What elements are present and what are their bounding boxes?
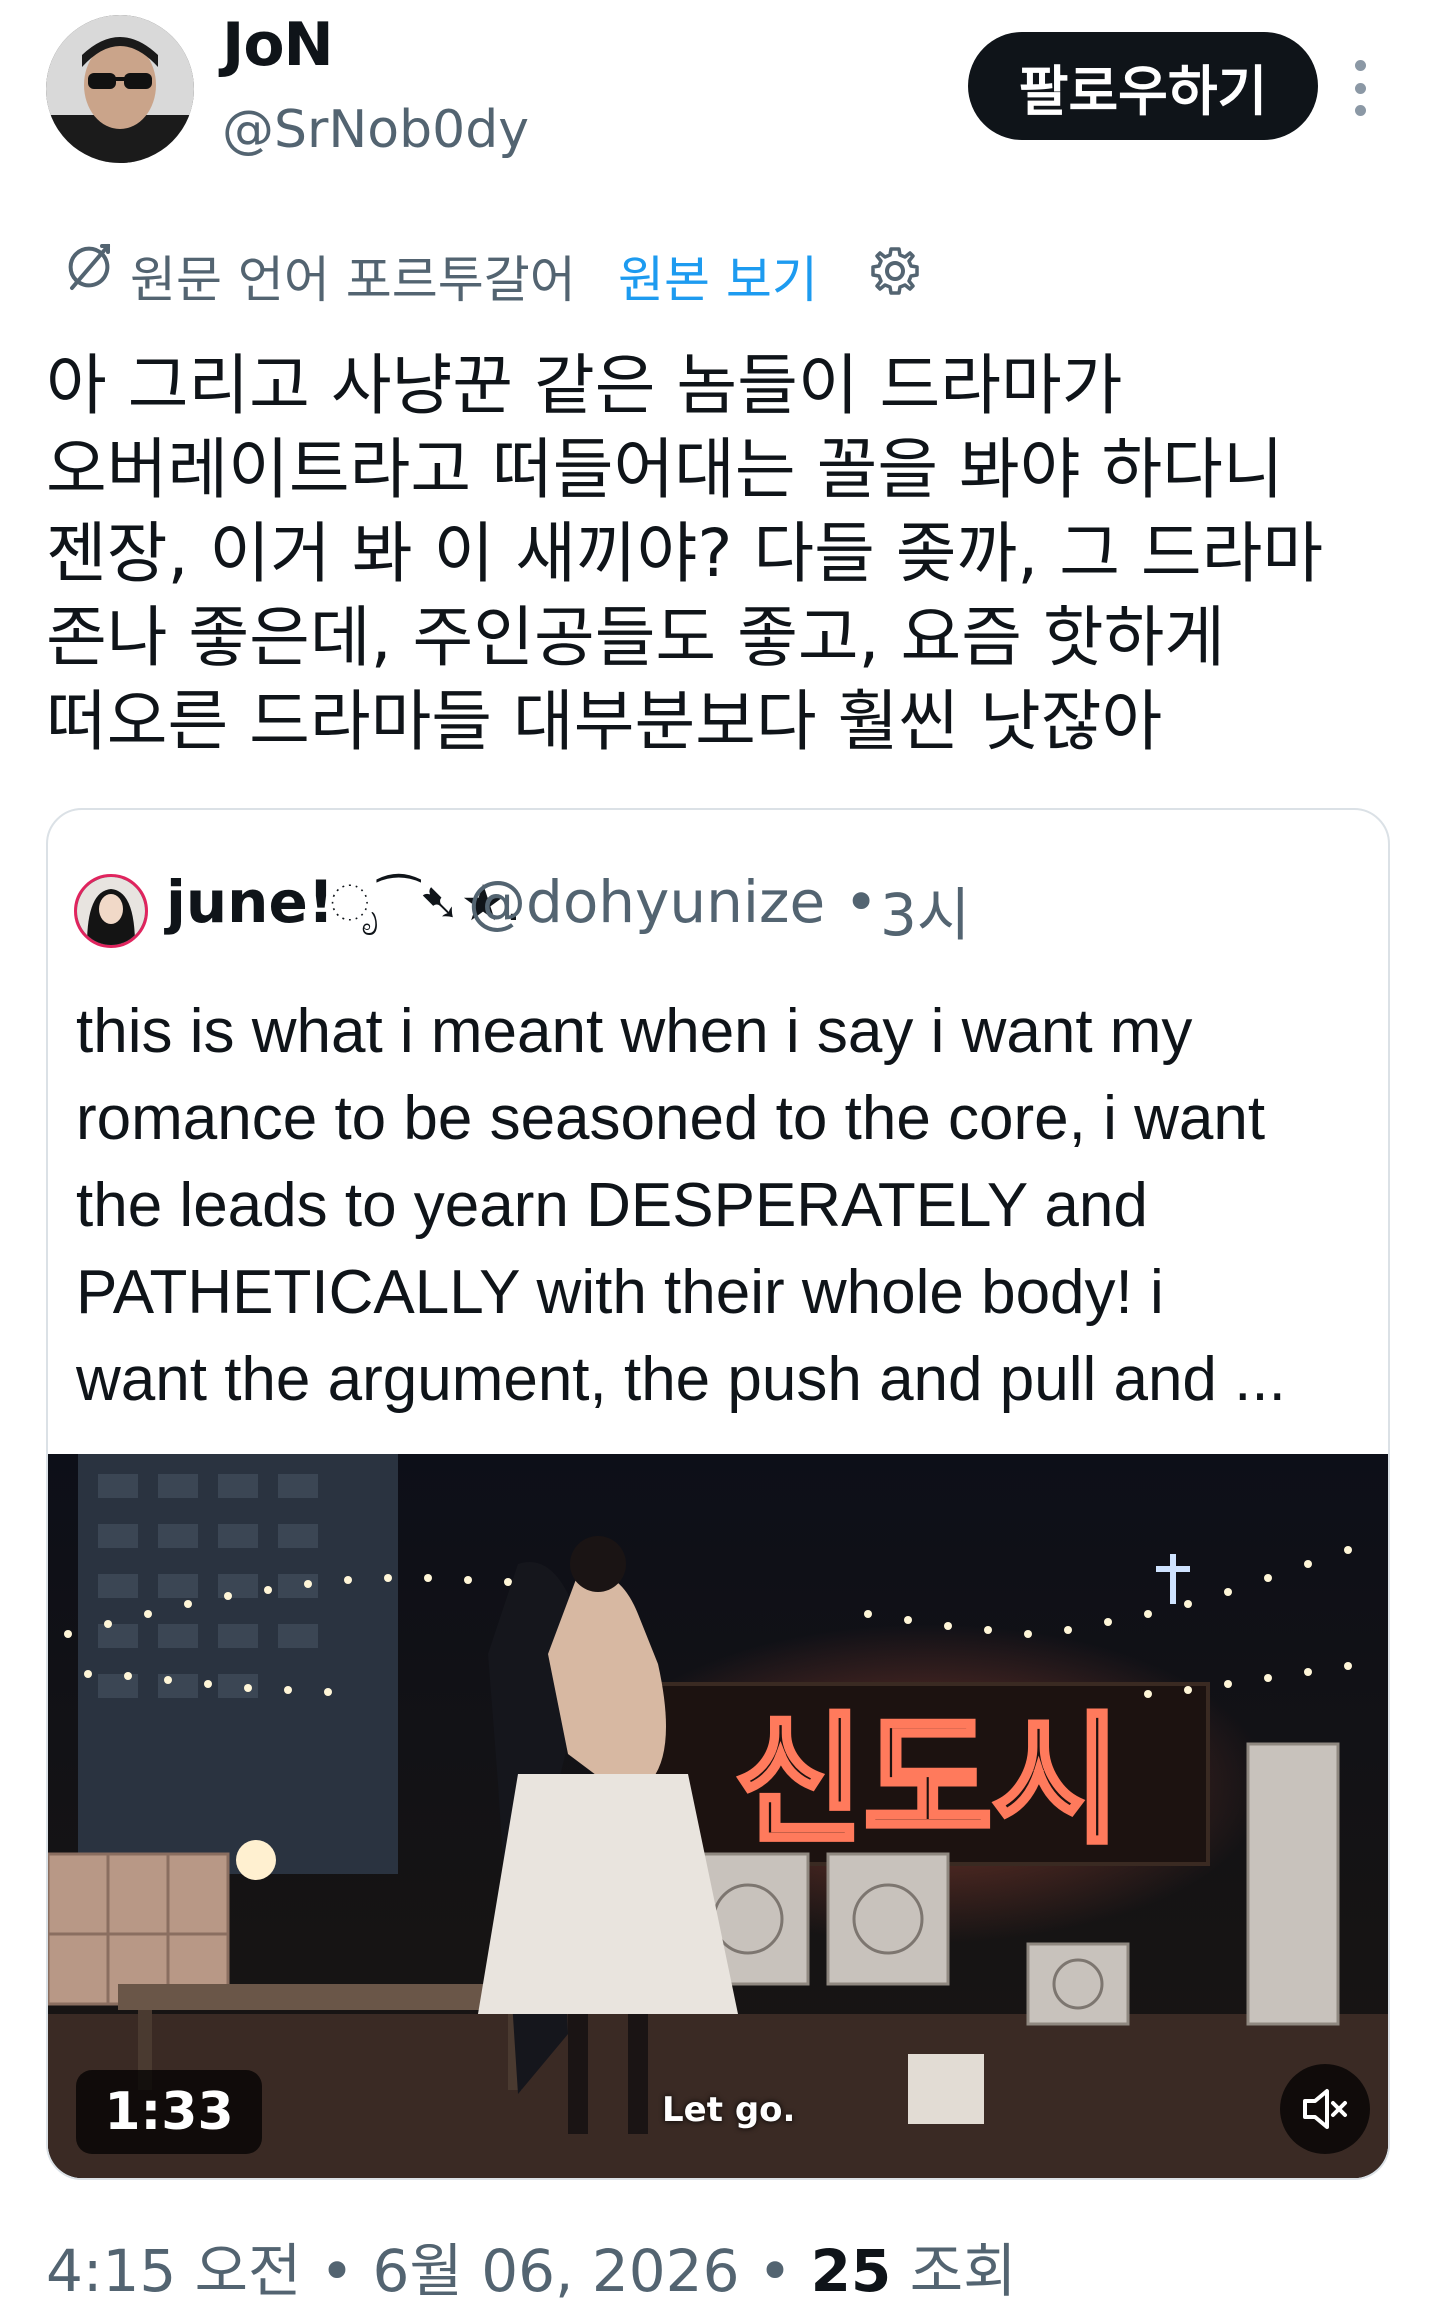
tweet-text: 아 그리고 사냥꾼 같은 놈들이 드라마가 오버레이트라고 떠들어대는 꼴을 봐… [46, 344, 1386, 764]
quote-text-line: this is what i meant when i say i want m… [76, 997, 1193, 1066]
video-player[interactable]: 신도시 1:33 Let go. [48, 1454, 1388, 2178]
show-original-link[interactable]: 원본 보기 [618, 240, 818, 312]
quote-text-line: romance to be seasoned to the core, i wa… [76, 1084, 1266, 1153]
video-subtitle: Let go. [662, 2090, 796, 2130]
tweet-meta: 4:15 오전 • 6월 06, 2026 • 25 조회 [46, 2224, 1016, 2308]
post-time[interactable]: 4:15 오전 [46, 2237, 301, 2305]
quote-text: this is what i meant when i say i want m… [76, 988, 1376, 1423]
quote-timestamp[interactable]: 3시 [880, 868, 970, 952]
quote-author-name[interactable]: june! [166, 868, 334, 936]
views-count: 25 [810, 2237, 892, 2305]
tweet-text-line: 떠오른 드라마들 대부분보다 훨씬 낫잖아 [46, 683, 1163, 760]
separator-dot: • [319, 2237, 355, 2305]
quote-author-avatar[interactable] [74, 874, 148, 948]
follow-button[interactable]: 팔로우하기 [968, 32, 1318, 140]
mute-icon[interactable] [1280, 2064, 1370, 2154]
gear-icon[interactable] [868, 244, 922, 298]
author-handle[interactable]: @SrNob0dy [222, 100, 529, 160]
translate-icon [68, 244, 110, 290]
tweet-text-line: 존나 좋은데, 주인공들도 좋고, 요즘 핫하게 [46, 599, 1226, 676]
separator-dot: • [757, 2237, 793, 2305]
video-duration: 1:33 [76, 2070, 262, 2154]
author-avatar[interactable] [46, 15, 194, 163]
more-options-icon[interactable] [1340, 60, 1380, 116]
translation-notice: 원문 언어 포르투갈어 [130, 251, 576, 309]
author-name[interactable]: JoN [222, 10, 334, 80]
separator-dot: • [844, 868, 879, 936]
quote-text-line: PATHETICALLY with their whole body! i [76, 1258, 1164, 1327]
quote-author-handle[interactable]: @dohyunize [468, 868, 825, 936]
tweet-text-line: 아 그리고 사냥꾼 같은 놈들이 드라마가 [46, 347, 1123, 424]
neon-sign-text: 신도시 [735, 1700, 1121, 1863]
tweet-text-line: 젠장, 이거 봐 이 새끼야? 다들 좆까, 그 드라마 [46, 515, 1324, 592]
post-date[interactable]: 6월 06, 2026 [373, 2237, 740, 2305]
quoted-tweet-card[interactable]: june! ೃ⁀➷★. @dohyunize • 3시 this is what… [46, 808, 1390, 2180]
quote-text-line: the leads to yearn DESPERATELY and [76, 1171, 1148, 1240]
quote-text-line: want the argument, the push and pull and… [76, 1345, 1286, 1414]
views-label: 조회 [909, 2237, 1017, 2305]
tweet-text-line: 오버레이트라고 떠들어대는 꼴을 봐야 하다니 [46, 431, 1284, 508]
